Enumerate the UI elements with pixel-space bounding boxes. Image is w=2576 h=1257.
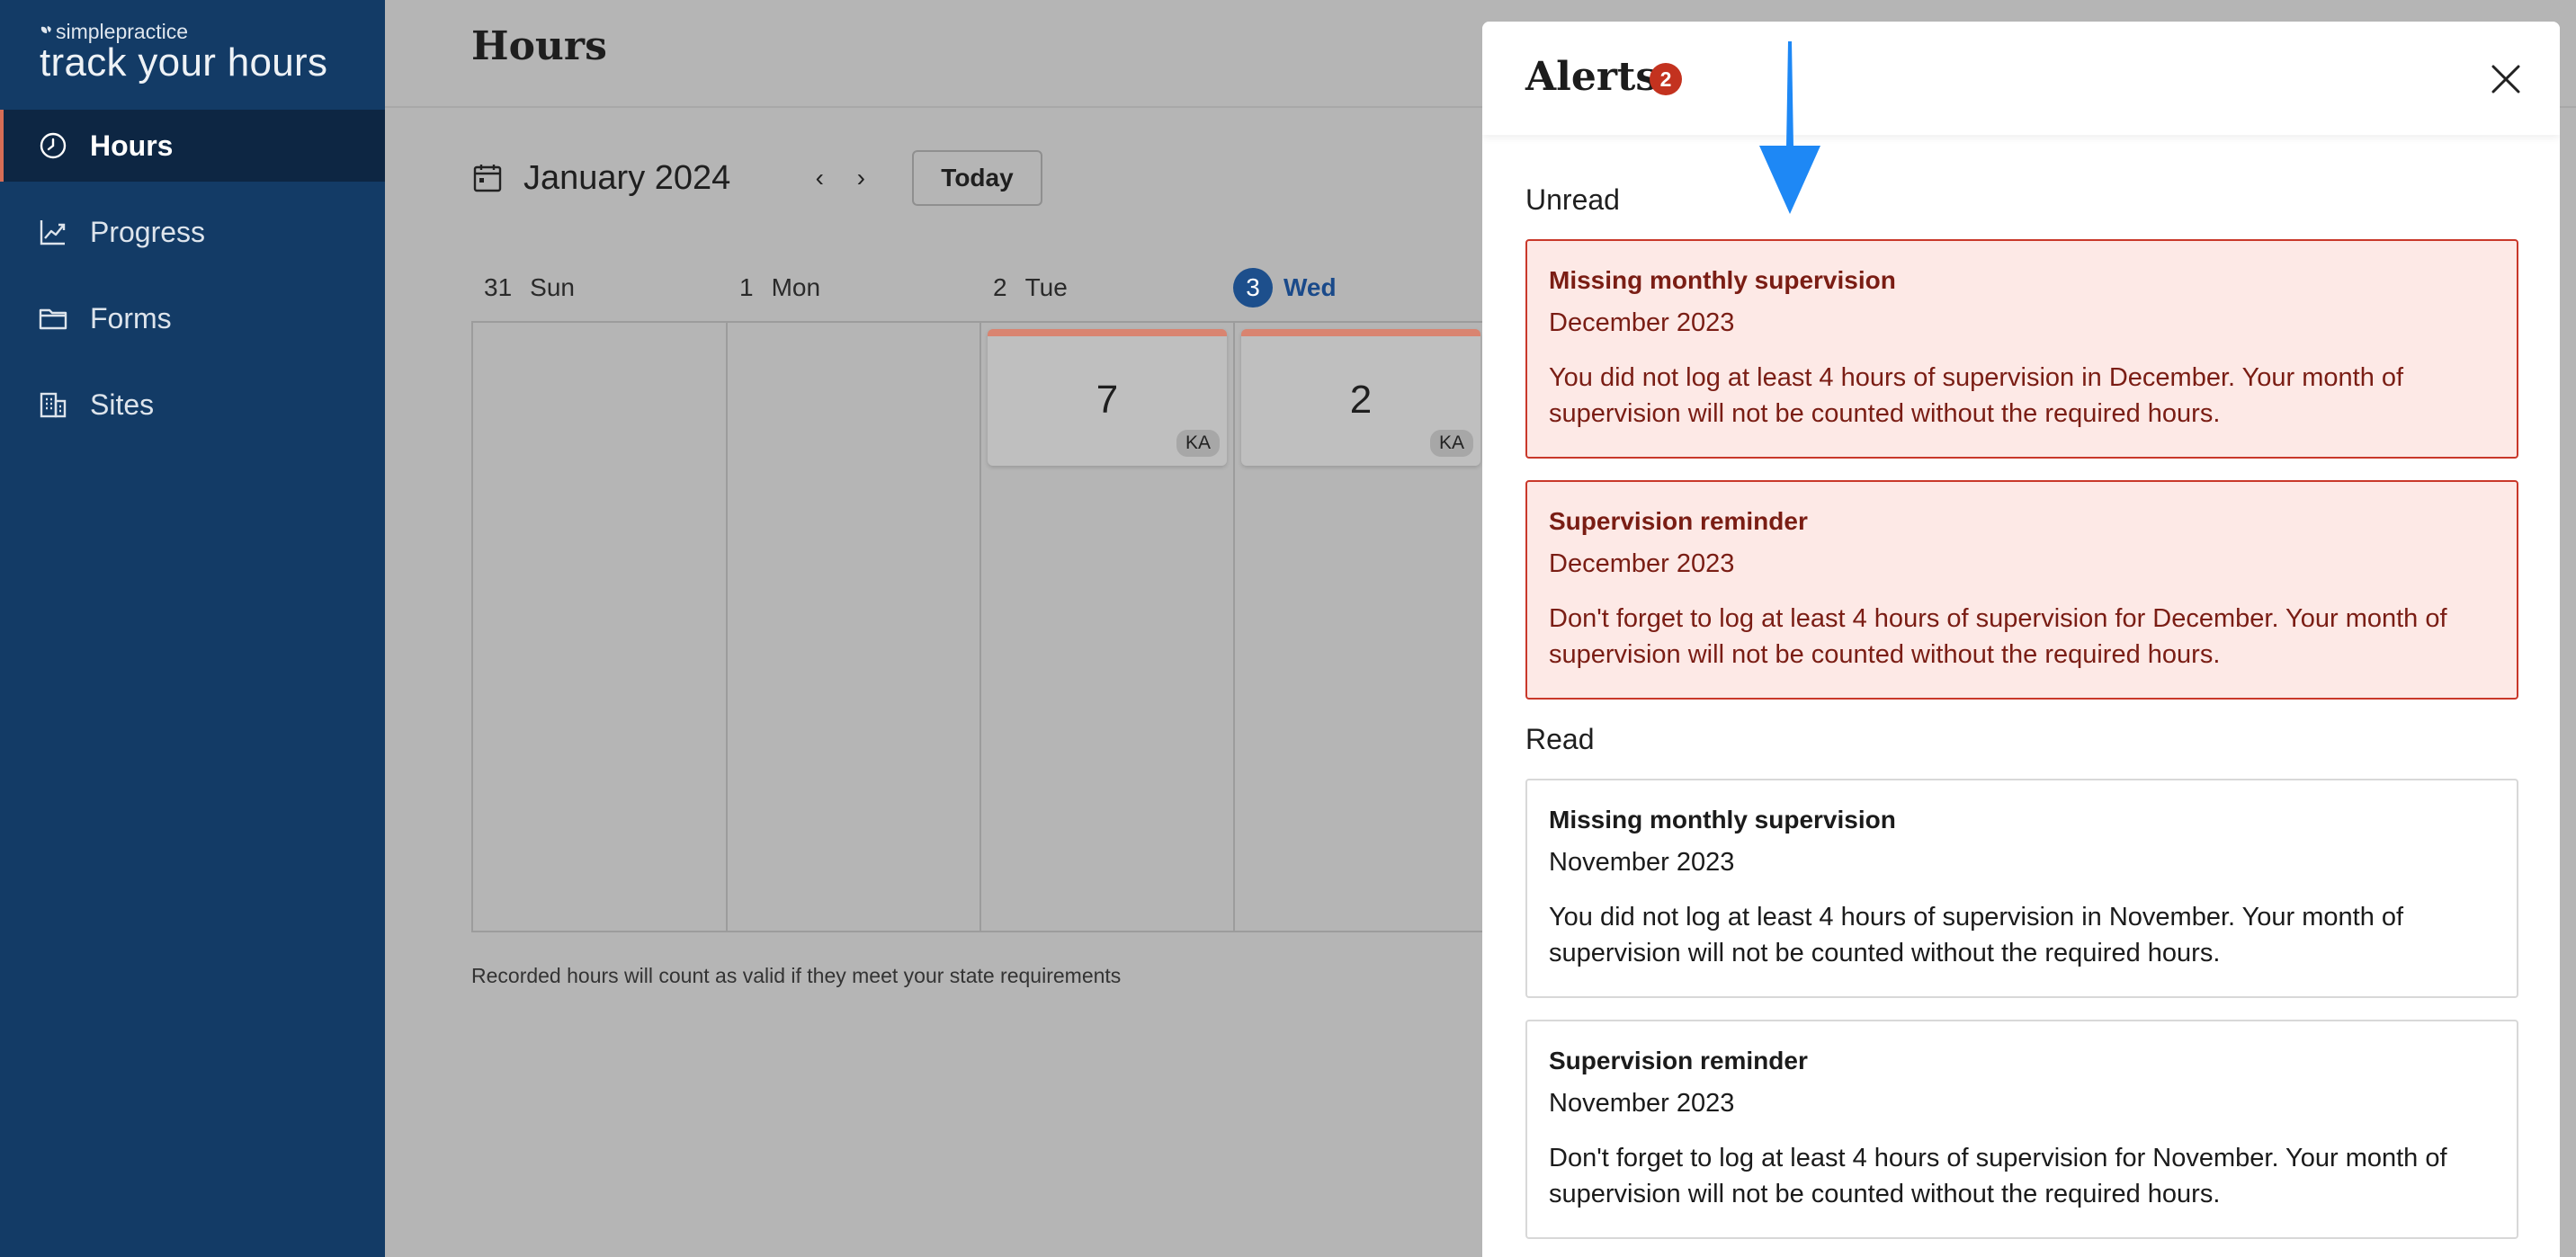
day-number: 31 [484, 273, 513, 301]
alert-body: You did not log at least 4 hours of supe… [1549, 363, 2404, 428]
clock-icon [40, 132, 67, 159]
day-name: Mon [771, 273, 821, 301]
alerts-header: Alerts 2 [1482, 22, 2560, 135]
day-name: Sun [530, 273, 575, 301]
month-label: January 2024 [523, 158, 731, 197]
day-header-tue: 2 Tue [993, 270, 1068, 306]
building-icon [40, 392, 67, 418]
day-number: 1 [739, 273, 754, 301]
close-icon[interactable] [2486, 59, 2526, 99]
alert-count-badge: 2 [1650, 63, 1682, 95]
user-initials-badge: KA [1429, 430, 1473, 457]
day-name: Wed [1284, 273, 1337, 301]
app-tagline: track your hours [40, 40, 328, 85]
day-header-wed: 3 Wed [1233, 268, 1337, 308]
prev-month-button[interactable]: ‹ [799, 157, 840, 199]
page-title: Hours [471, 23, 607, 69]
unread-section-title: Unread [1525, 183, 1620, 216]
sidebar-item-progress[interactable]: Progress [0, 196, 385, 268]
sidebar-item-label: Forms [90, 301, 172, 334]
column-divider [979, 321, 981, 932]
trend-chart-icon [40, 220, 66, 245]
sidebar-item-label: Hours [90, 129, 174, 162]
hours-value: 7 [1096, 378, 1119, 422]
alert-card-unread[interactable]: Missing monthly supervision December 202… [1525, 239, 2518, 459]
column-divider [726, 321, 728, 932]
day-name: Tue [1024, 273, 1068, 301]
column-divider [1233, 321, 1235, 932]
sidebar-item-forms[interactable]: Forms [0, 282, 385, 354]
leaf-logo-icon [40, 26, 51, 33]
today-button[interactable]: Today [912, 150, 1042, 206]
hours-value: 2 [1349, 378, 1373, 422]
next-month-button[interactable]: › [840, 157, 881, 199]
alert-date: November 2023 [1549, 1089, 1735, 1118]
folder-icon [39, 308, 67, 330]
alerts-title: Alerts [1525, 54, 1659, 100]
alert-card-unread[interactable]: Supervision reminder December 2023 Don't… [1525, 480, 2518, 700]
alert-date: December 2023 [1549, 549, 1735, 578]
sidebar-item-label: Sites [90, 388, 155, 421]
alert-body: You did not log at least 4 hours of supe… [1549, 903, 2404, 967]
alert-date: December 2023 [1549, 308, 1735, 337]
annotation-arrow-icon [1759, 41, 1820, 214]
hours-entry-card[interactable]: 2 KA [1241, 329, 1480, 466]
app-logo[interactable]: simplepractice track your hours [40, 18, 327, 83]
hours-footnote: Recorded hours will count as valid if th… [471, 964, 1122, 987]
sidebar-item-sites[interactable]: Sites [0, 369, 385, 441]
hours-entry-card[interactable]: 7 KA [988, 329, 1227, 466]
day-number: 2 [993, 273, 1007, 301]
day-header-sun: 31 Sun [484, 270, 575, 306]
alert-title: Missing monthly supervision [1549, 266, 1896, 294]
alert-card-read[interactable]: Missing monthly supervision November 202… [1525, 779, 2518, 998]
calendar-icon [473, 165, 502, 192]
sidebar-item-label: Progress [90, 215, 206, 248]
alert-title: Supervision reminder [1549, 1047, 1808, 1074]
calendar-toolbar: January 2024 ‹ › Today [471, 148, 1042, 208]
alert-title: Missing monthly supervision [1549, 806, 1896, 834]
alert-date: November 2023 [1549, 848, 1735, 877]
read-section-title: Read [1525, 723, 1595, 755]
today-day-number: 3 [1233, 268, 1273, 308]
day-header-mon: 1 Mon [739, 270, 820, 306]
alert-card-read[interactable]: Supervision reminder November 2023 Don't… [1525, 1020, 2518, 1239]
sidebar: simplepractice track your hours Hours Pr… [0, 0, 385, 1257]
user-initials-badge: KA [1176, 430, 1220, 457]
alert-title: Supervision reminder [1549, 507, 1808, 535]
sidebar-item-hours[interactable]: Hours [0, 110, 385, 182]
alert-body: Don't forget to log at least 4 hours of … [1549, 1144, 2447, 1208]
alert-body: Don't forget to log at least 4 hours of … [1549, 604, 2447, 669]
alerts-panel: Alerts 2 Unread Missing monthly supervis… [1482, 22, 2560, 1257]
